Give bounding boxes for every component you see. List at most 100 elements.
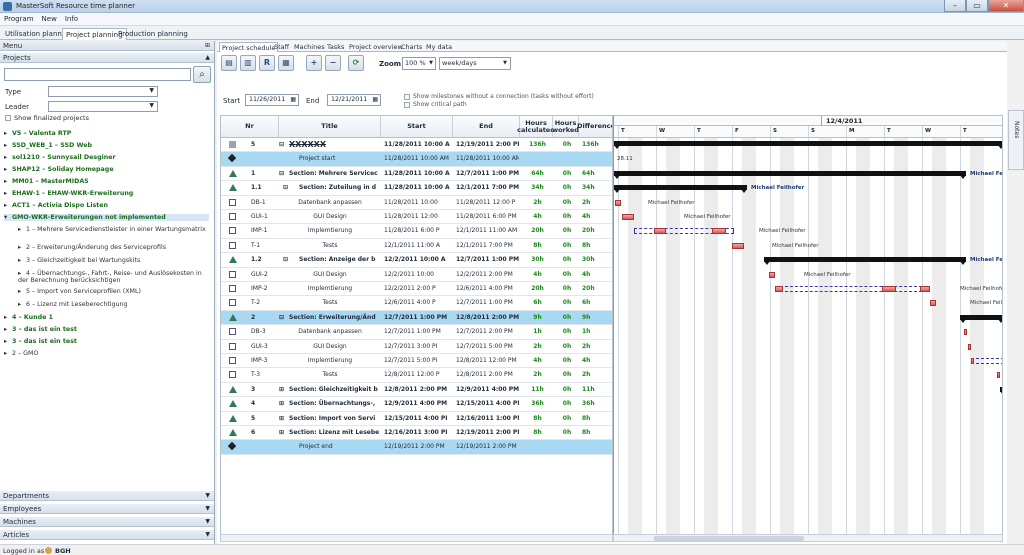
- table-row[interactable]: GUI-3 GUI Design 12/7/2011 3:00 PI 12/7/201…: [221, 340, 612, 354]
- sub-tab-3[interactable]: Tasks: [325, 42, 346, 52]
- table-row[interactable]: T-1 Tests 12/1/2011 11:00 A 12/1/2011 7:00 …: [221, 239, 612, 254]
- tree-item[interactable]: ▸ V5 – Valenta RTP: [4, 130, 209, 137]
- table-row[interactable]: 1.2 ⊟ Section: Anzeige der b 12/2/2011 10:0…: [221, 253, 612, 268]
- expand-toggle-icon[interactable]: ⊟: [279, 138, 287, 152]
- sub-tab-5[interactable]: Charts: [399, 42, 424, 52]
- project-search-input[interactable]: [4, 68, 191, 81]
- table-row[interactable]: 4 ⊞ Section: Übernachtungs-, 12/9/2011 4:00…: [221, 397, 612, 412]
- export-icon[interactable]: ▦: [278, 55, 294, 71]
- expand-toggle-icon[interactable]: ⊞: [279, 397, 287, 411]
- expand-toggle-icon[interactable]: ⊟: [279, 311, 287, 325]
- sub-tab-4[interactable]: Project overview: [347, 42, 405, 52]
- table-row[interactable]: IMP-1 Implemtierung 11/28/2011 6:00 P 12/1/…: [221, 224, 612, 239]
- expand-toggle-icon[interactable]: ⊟: [283, 253, 291, 267]
- gantt-task-bar[interactable]: [882, 286, 896, 292]
- tree-item[interactable]: ▸ SSD_WEB_1 – SSD Web: [4, 142, 209, 149]
- show-critical-checkbox[interactable]: [404, 102, 410, 108]
- expand-arrow-icon[interactable]: ▸: [4, 314, 12, 321]
- expand-arrow-icon[interactable]: ▸: [18, 257, 26, 264]
- projects-header[interactable]: Projects ▲: [0, 53, 214, 63]
- table-row[interactable]: 3 ⊞ Section: Gleichzeitigkeit b 12/8/2011 2…: [221, 383, 612, 398]
- expand-arrow-icon[interactable]: ▸: [18, 226, 26, 233]
- save-icon[interactable]: ▤: [221, 55, 237, 71]
- expand-toggle-icon[interactable]: ⊞: [279, 412, 287, 426]
- articles-header[interactable]: Articles ▼: [0, 530, 214, 540]
- table-row[interactable]: 5 ⊞ Section: Import von Servi 12/15/2011 4:…: [221, 412, 612, 426]
- tree-item[interactable]: ▸ ACT1 – Activia Dispo Listen: [4, 202, 209, 209]
- tree-item[interactable]: ▸ MM01 – MasterMIDAS: [4, 178, 209, 185]
- end-date-input[interactable]: 12/21/2011 ▦: [327, 94, 381, 106]
- column-header[interactable]: Hours calculated: [517, 116, 555, 138]
- sub-tab-2[interactable]: Machines: [292, 42, 327, 52]
- tree-item[interactable]: ▸ 1 – Mehrere Servicedienstleister in ein…: [18, 226, 208, 233]
- gantt-task-bar[interactable]: [971, 358, 1002, 364]
- gantt-task-bar[interactable]: [997, 372, 1000, 379]
- tree-item[interactable]: ▸ 6 – Lizenz mit Leseberechtigung: [18, 301, 208, 308]
- menu-item-1[interactable]: New: [38, 13, 61, 23]
- expand-arrow-icon[interactable]: ▸: [4, 326, 12, 333]
- table-row[interactable]: IMP-2 Implemtierung 12/2/2011 2:00 P 12/6/2…: [221, 282, 612, 297]
- expand-arrow-icon[interactable]: ▸: [18, 288, 26, 295]
- gantt-task-bar[interactable]: [964, 329, 967, 336]
- gantt-summary-bar[interactable]: [614, 141, 1002, 149]
- gantt-task-bar[interactable]: [920, 286, 930, 292]
- save-all-icon[interactable]: ▥: [240, 55, 256, 71]
- maximize-button[interactable]: ▭: [966, 0, 988, 12]
- table-row[interactable]: Project start 11/28/2011 10:00 AM 11/28/20…: [221, 152, 612, 167]
- tree-item[interactable]: ▸ 3 – das ist ein test: [4, 326, 209, 333]
- zoom-out-icon[interactable]: −: [325, 55, 341, 71]
- expand-arrow-icon[interactable]: ▸: [4, 178, 12, 185]
- calendar-icon[interactable]: ▦: [290, 95, 296, 105]
- column-header[interactable]: Title: [279, 116, 381, 138]
- type-select[interactable]: ▼: [48, 86, 158, 97]
- table-row[interactable]: Project end 12/19/2011 2:00 PM 12/19/2011 …: [221, 440, 612, 455]
- tree-item[interactable]: ▸ 4 – Übernachtungs-, Fahrt-, Reise- und …: [18, 270, 208, 284]
- refresh-icon[interactable]: ⟳: [348, 55, 364, 71]
- minimize-button[interactable]: –: [944, 0, 966, 12]
- expand-arrow-icon[interactable]: ▸: [4, 350, 12, 357]
- gantt-task-bar[interactable]: [775, 286, 783, 292]
- column-header[interactable]: Difference: [577, 116, 612, 138]
- gantt-summary-bar[interactable]: [614, 170, 966, 179]
- close-button[interactable]: ✕: [988, 0, 1024, 12]
- column-header[interactable]: Hours worked: [552, 116, 579, 138]
- table-row[interactable]: T-3 Tests 12/8/2011 12:00 P 12/8/2011 2:00 …: [221, 368, 612, 383]
- departments-header[interactable]: Departments ▼: [0, 491, 214, 501]
- tree-item[interactable]: ▸ 3 – Gleichzeitigkeit bei Wartungskits: [18, 257, 208, 264]
- tree-item[interactable]: ▸ 2 – Erweiterung/Änderung des Servicepro…: [18, 244, 208, 251]
- gantt-summary-bar[interactable]: [614, 185, 747, 194]
- zoom-in-icon[interactable]: +: [306, 55, 322, 71]
- start-date-input[interactable]: 11/26/2011 ▦: [245, 94, 299, 106]
- expand-arrow-icon[interactable]: ▸: [4, 154, 12, 161]
- expand-toggle-icon[interactable]: ⊞: [279, 426, 287, 440]
- tree-item[interactable]: ▾ GMO-WKR-Erweiterungen not implemented: [4, 214, 209, 221]
- gantt-task-bar[interactable]: [971, 358, 974, 364]
- tree-item[interactable]: ▸ 3 – das ist ein test: [4, 338, 209, 345]
- pin-icon[interactable]: ⊞: [205, 41, 210, 51]
- gantt-task-bar[interactable]: [930, 300, 936, 307]
- zoom-select[interactable]: 100 % ▼: [402, 57, 436, 70]
- tree-item[interactable]: ▸ 2 – GMO: [4, 350, 209, 357]
- gantt-task-bar[interactable]: [769, 271, 775, 278]
- table-row[interactable]: GUI-2 GUI Design 12/2/2011 10:00 12/2/2011 …: [221, 268, 612, 282]
- table-row[interactable]: 2 ⊟ Section: Erweiterung/Änd 12/7/2011 1:00…: [221, 310, 612, 326]
- gantt-summary-bar[interactable]: [1000, 386, 1002, 395]
- expand-arrow-icon[interactable]: ▸: [4, 190, 12, 197]
- table-row[interactable]: DB-3 Datenbank anpassen 12/7/2011 1:00 PM 1…: [221, 325, 612, 340]
- expand-arrow-icon[interactable]: ▸: [4, 338, 12, 345]
- menu-item-0[interactable]: Program: [0, 13, 38, 23]
- table-row[interactable]: GUI-1 GUI Design 11/28/2011 12:00 11/28/201…: [221, 210, 612, 225]
- expand-toggle-icon[interactable]: ⊟: [283, 181, 291, 195]
- expand-arrow-icon[interactable]: ▸: [4, 202, 12, 209]
- calendar-icon[interactable]: ▦: [372, 95, 378, 105]
- gantt-task-bar[interactable]: [775, 286, 927, 292]
- gantt-summary-bar[interactable]: [764, 257, 966, 266]
- table-row[interactable]: 1.1 ⊟ Section: Zuteilung in d 11/28/2011 10…: [221, 181, 612, 196]
- leader-select[interactable]: ▼: [48, 101, 158, 112]
- table-row[interactable]: IMP-3 Implemtierung 12/7/2011 5:00 PI 12/8/…: [221, 354, 612, 369]
- gantt-task-bar[interactable]: [654, 228, 666, 235]
- notes-tab[interactable]: Notes: [1008, 110, 1024, 170]
- show-milestones-checkbox[interactable]: [404, 94, 410, 100]
- expand-toggle-icon[interactable]: ⊟: [279, 167, 287, 181]
- gantt-task-bar[interactable]: [615, 199, 621, 206]
